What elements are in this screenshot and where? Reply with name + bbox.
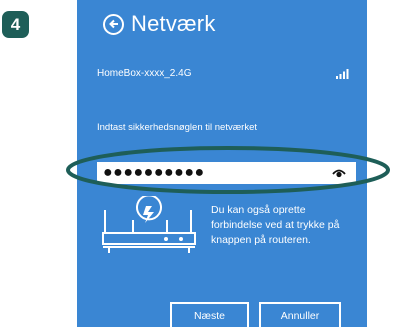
network-name: HomeBox-xxxx_2.4G	[97, 68, 192, 79]
wifi-signal-icon	[336, 69, 349, 79]
router-icon	[102, 196, 196, 253]
header: Netværk	[103, 11, 216, 37]
step-badge: 4	[2, 11, 29, 38]
back-arrow-icon[interactable]	[103, 13, 124, 35]
security-key-prompt: Indtast sikkerhedsnøglen til netværket	[97, 122, 257, 133]
cancel-button[interactable]: Annuller	[259, 302, 341, 330]
highlight-ellipse	[66, 146, 390, 194]
page-title: Netværk	[131, 11, 216, 36]
network-item[interactable]: HomeBox-xxxx_2.4G	[97, 68, 353, 82]
next-button[interactable]: Næste	[170, 302, 249, 330]
wps-hint: Du kan også oprette forbindelse ved at t…	[211, 204, 340, 246]
